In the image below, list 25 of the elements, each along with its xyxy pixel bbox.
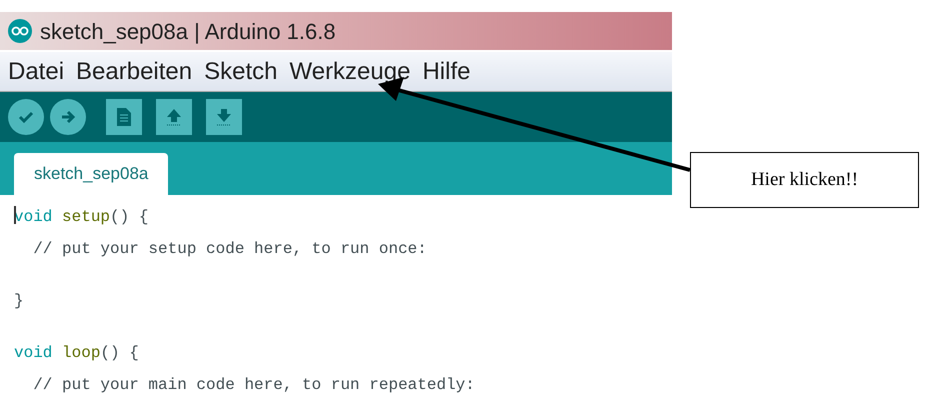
document-icon: [116, 107, 132, 127]
callout-text: Hier klicken!!: [750, 168, 858, 192]
code-line: void loop() {: [14, 343, 139, 364]
window-title: sketch_sep08a | Arduino 1.6.8: [40, 18, 336, 46]
menu-item[interactable]: Werkzeuge: [290, 54, 410, 90]
menu-item[interactable]: Bearbeiten: [76, 54, 192, 90]
menu-item[interactable]: Sketch: [204, 54, 278, 90]
code-line: void setup() {: [14, 205, 148, 228]
code-editor[interactable]: void setup() { // put your setup code here, to run once: } void loop() { // put your main code here, to run repeatedly:: [0, 195, 672, 401]
code-line: // put your main code here, to run repeatedly:: [32, 375, 475, 396]
code-line: }: [14, 291, 24, 312]
arrow-up-icon: [165, 107, 183, 127]
menu-item[interactable]: Hilfe: [422, 54, 470, 90]
new-button[interactable]: [106, 99, 142, 135]
verify-button[interactable]: [8, 99, 44, 135]
code-line: // put your setup code here, to run once:: [32, 239, 427, 260]
open-button[interactable]: [156, 99, 192, 135]
infinity-logo-icon: [8, 19, 32, 43]
arrow-right-icon: [59, 108, 77, 126]
upload-button[interactable]: [50, 99, 86, 135]
arrow-down-icon: [215, 107, 233, 127]
menu-item[interactable]: Datei: [8, 54, 64, 90]
save-button[interactable]: [206, 99, 242, 135]
sketch-tab[interactable]: sketch_sep08a: [14, 153, 168, 195]
text-cursor: [14, 206, 16, 224]
